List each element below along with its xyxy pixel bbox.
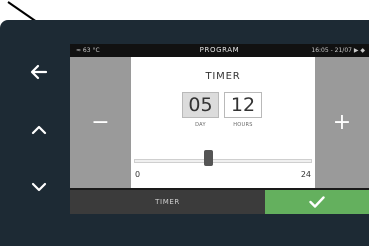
slider-max-label: 24: [300, 170, 311, 179]
hours-field[interactable]: 12: [224, 92, 262, 118]
chevron-up-icon: [31, 125, 47, 135]
plus-icon: +: [332, 110, 352, 135]
clock-date-readout: 16:05 - 21/07 ▶ ◆: [311, 47, 365, 54]
timer-heading: TIMER: [205, 71, 241, 82]
chevron-down-icon: [31, 182, 47, 192]
status-bar: ≈ 63 °C PROGRAM 16:05 - 21/07 ▶ ◆: [70, 44, 369, 57]
back-button[interactable]: [24, 57, 54, 87]
hours-slider-track[interactable]: [134, 159, 312, 163]
tab-timer[interactable]: TIMER: [70, 190, 265, 214]
bottom-bar: TIMER: [70, 190, 369, 214]
hours-label: HOURS: [233, 122, 253, 128]
minus-icon: −: [91, 110, 110, 135]
check-icon: [309, 196, 325, 208]
increase-button[interactable]: +: [315, 57, 369, 188]
decrease-button[interactable]: −: [70, 57, 131, 188]
day-label: DAY: [195, 122, 206, 128]
touch-screen: ≈ 63 °C PROGRAM 16:05 - 21/07 ▶ ◆ − TIME…: [70, 44, 369, 214]
hours-slider-thumb[interactable]: [204, 150, 213, 166]
up-button[interactable]: [24, 115, 54, 145]
down-button[interactable]: [24, 172, 54, 202]
day-field[interactable]: 05: [182, 92, 219, 118]
arrow-left-icon: [30, 64, 48, 80]
confirm-button[interactable]: [265, 190, 369, 214]
timer-panel: TIMER 05 12 DAY HOURS 0 24: [131, 57, 315, 188]
slider-min-label: 0: [135, 170, 141, 179]
